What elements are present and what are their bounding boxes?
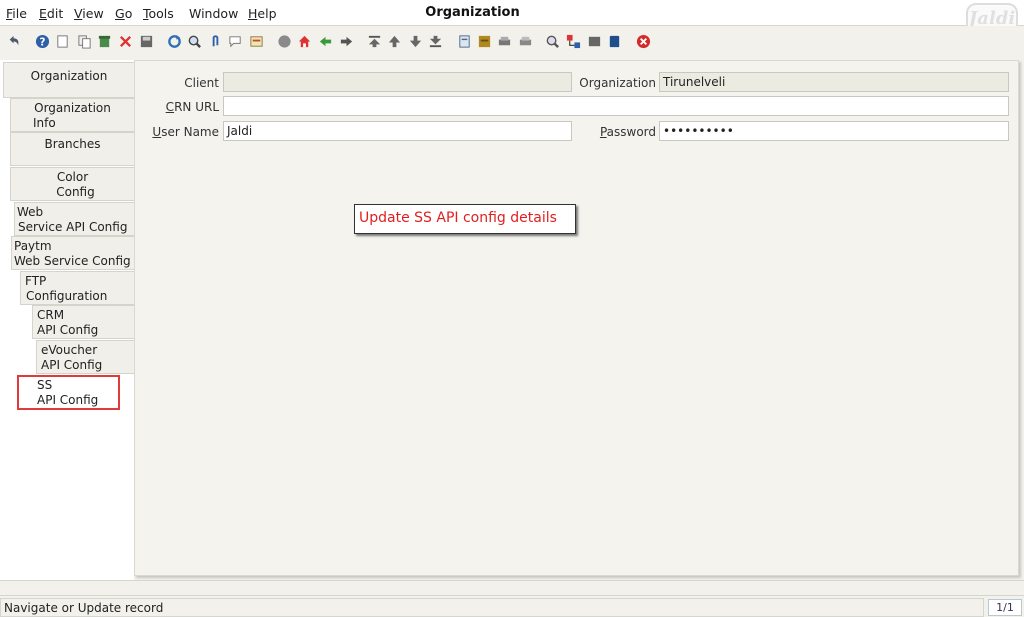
tab-label: Web Service Config <box>14 254 131 268</box>
tab-organization[interactable]: Organization <box>3 62 134 98</box>
tab-label: API Config <box>37 323 99 337</box>
organization-value: Tirunelveli <box>663 75 726 89</box>
menubar: File Edit View Go Tools Window Help Orga… <box>0 0 1024 26</box>
tab-label: Info <box>33 116 56 130</box>
delete-icon[interactable] <box>97 34 112 49</box>
password-label: Password <box>599 125 656 139</box>
chat-icon[interactable] <box>228 34 243 49</box>
client-field[interactable] <box>223 72 572 92</box>
status-text: Navigate or Update record <box>4 601 164 615</box>
tab-label: Service API Config <box>18 220 128 234</box>
tab-label: Organization <box>34 101 111 115</box>
process-icon[interactable] <box>607 34 622 49</box>
exit-icon[interactable] <box>636 34 651 49</box>
user-name-label: User Name <box>152 125 219 139</box>
crn-url-input[interactable] <box>223 96 1009 116</box>
tab-label: Paytm <box>14 239 52 253</box>
first-record-icon[interactable] <box>367 34 382 49</box>
password-input[interactable]: •••••••••• <box>659 121 1009 141</box>
product-info-icon[interactable] <box>587 34 602 49</box>
record-indicator[interactable]: 1/1 <box>988 599 1022 616</box>
help-icon[interactable]: ? <box>35 34 50 49</box>
svg-text:?: ? <box>40 36 46 48</box>
window-title: Organization <box>425 5 520 20</box>
tab-label: eVoucher <box>41 343 98 357</box>
home-icon[interactable] <box>277 34 292 49</box>
print-icon[interactable] <box>518 34 533 49</box>
client-label: Client <box>184 76 219 90</box>
archive-icon[interactable] <box>477 34 492 49</box>
tab-label: Configuration <box>26 289 108 303</box>
tab-label: FTP <box>25 274 47 288</box>
organization-label: Organization <box>579 76 656 90</box>
workflow-icon[interactable] <box>566 34 581 49</box>
tab-label: Organization <box>30 69 108 83</box>
tab-label: CRM <box>37 308 65 322</box>
annotation-callout: Update SS API config details <box>354 204 576 234</box>
tab-evoucher-api-config[interactable]: eVoucher API Config <box>36 340 134 374</box>
tab-label: Web <box>17 205 44 219</box>
last-record-icon[interactable] <box>428 34 443 49</box>
tab-label: Config <box>56 185 95 199</box>
crn-url-label: CRN URL <box>165 100 219 114</box>
organization-field[interactable]: Tirunelveli <box>659 72 1009 92</box>
password-value: •••••••••• <box>663 124 734 138</box>
history-icon[interactable] <box>249 34 264 49</box>
status-bar: Navigate or Update record 1/1 <box>0 598 1024 617</box>
tab-label: Color <box>56 170 89 184</box>
tab-organization-info[interactable]: Organization Info <box>10 98 134 132</box>
undo-icon[interactable] <box>6 34 21 49</box>
user-name-input[interactable]: Jaldi <box>223 121 572 141</box>
copy-record-icon[interactable] <box>77 34 92 49</box>
save-icon[interactable] <box>139 34 154 49</box>
zoom-across-icon[interactable] <box>545 34 560 49</box>
new-record-icon[interactable] <box>55 34 70 49</box>
tab-list: Organization Organization Info Branches … <box>0 60 134 580</box>
parent-record-icon[interactable] <box>297 34 312 49</box>
tab-branches[interactable]: Branches <box>10 132 134 166</box>
tab-crm-api-config[interactable]: CRM API Config <box>32 305 134 339</box>
tab-web-service-api-config[interactable]: Web Service API Config <box>14 202 134 236</box>
tab-label: Branches <box>44 137 101 151</box>
print-preview-icon[interactable] <box>497 34 512 49</box>
toolbar: ? <box>0 26 1024 58</box>
back-icon[interactable] <box>318 34 333 49</box>
highlight-box <box>17 375 120 410</box>
horizontal-scrollbar[interactable] <box>0 580 1024 596</box>
delete-selection-icon[interactable] <box>118 34 133 49</box>
next-record-icon[interactable] <box>408 34 423 49</box>
attachment-icon[interactable] <box>208 34 223 49</box>
refresh-icon[interactable] <box>167 34 182 49</box>
tab-color-config[interactable]: Color Config <box>10 167 134 201</box>
report-icon[interactable] <box>457 34 472 49</box>
user-name-value: Jaldi <box>227 124 253 138</box>
forward-icon[interactable] <box>339 34 354 49</box>
find-icon[interactable] <box>187 34 202 49</box>
tab-paytm-web-service-config[interactable]: Paytm Web Service Config <box>11 236 134 270</box>
previous-record-icon[interactable] <box>387 34 402 49</box>
tab-label: API Config <box>41 358 103 372</box>
tab-ftp-configuration[interactable]: FTP Configuration <box>20 271 134 305</box>
